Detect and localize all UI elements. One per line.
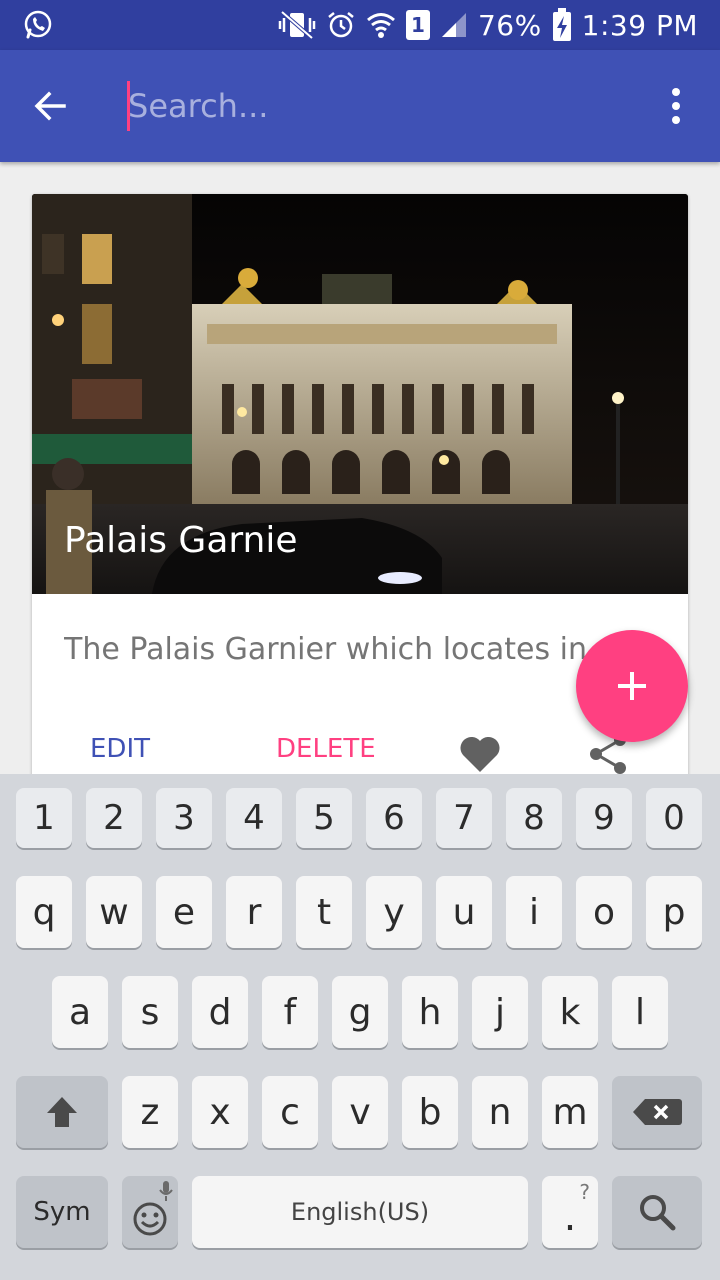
- key-d[interactable]: d: [192, 976, 248, 1048]
- key-u[interactable]: u: [436, 876, 492, 948]
- vibrate-mute-icon: [278, 10, 316, 40]
- app-bar: [0, 50, 720, 162]
- key-0[interactable]: 0: [646, 788, 702, 848]
- status-icons: 1 76% 1:39 PM: [278, 0, 698, 50]
- shift-key[interactable]: [16, 1076, 108, 1148]
- sym-key[interactable]: Sym: [16, 1176, 108, 1248]
- emoji-icon: [133, 1202, 167, 1236]
- card-title: Palais Garnie: [64, 520, 298, 561]
- key-4[interactable]: 4: [226, 788, 282, 848]
- key-c[interactable]: c: [262, 1076, 318, 1148]
- battery-percent: 76%: [477, 8, 542, 42]
- key-y[interactable]: y: [366, 876, 422, 948]
- whatsapp-icon: [24, 10, 52, 39]
- key-w[interactable]: w: [86, 876, 142, 948]
- key-3[interactable]: 3: [156, 788, 212, 848]
- soft-keyboard: 1 2 3 4 5 6 7 8 9 0 q w e r t y u i o p …: [0, 774, 720, 1280]
- status-bar: 1 76% 1:39 PM: [0, 0, 720, 50]
- delete-button[interactable]: DELETE: [276, 734, 376, 764]
- key-x[interactable]: x: [192, 1076, 248, 1148]
- key-z[interactable]: z: [122, 1076, 178, 1148]
- key-s[interactable]: s: [122, 976, 178, 1048]
- key-9[interactable]: 9: [576, 788, 632, 848]
- key-j[interactable]: j: [472, 976, 528, 1048]
- key-b[interactable]: b: [402, 1076, 458, 1148]
- signal-icon: [441, 13, 466, 37]
- key-k[interactable]: k: [542, 976, 598, 1048]
- key-h[interactable]: h: [402, 976, 458, 1048]
- overflow-menu-button[interactable]: [652, 78, 700, 134]
- key-o[interactable]: o: [576, 876, 632, 948]
- key-t[interactable]: t: [296, 876, 352, 948]
- clock: 1:39 PM: [581, 8, 698, 42]
- period-label: .: [563, 1194, 577, 1240]
- arrow-back-icon: [34, 91, 66, 121]
- wifi-icon: [366, 13, 395, 38]
- key-1[interactable]: 1: [16, 788, 72, 848]
- more-vert-icon: [672, 88, 680, 96]
- plus-icon: [618, 672, 646, 700]
- heart-icon: [460, 736, 500, 772]
- key-g[interactable]: g: [332, 976, 388, 1048]
- key-q[interactable]: q: [16, 876, 72, 948]
- key-v[interactable]: v: [332, 1076, 388, 1148]
- key-l[interactable]: l: [612, 976, 668, 1048]
- key-8[interactable]: 8: [506, 788, 562, 848]
- key-e[interactable]: e: [156, 876, 212, 948]
- key-2[interactable]: 2: [86, 788, 142, 848]
- favorite-button[interactable]: [456, 730, 504, 778]
- edit-button[interactable]: EDIT: [90, 734, 150, 764]
- sim-icon: 1: [405, 10, 430, 40]
- shift-icon: [47, 1097, 77, 1127]
- period-hint: ?: [579, 1180, 590, 1204]
- key-m[interactable]: m: [542, 1076, 598, 1148]
- alarm-icon: [328, 12, 354, 38]
- mic-icon: [159, 1181, 173, 1201]
- battery-charging-icon: [552, 8, 571, 41]
- key-i[interactable]: i: [506, 876, 562, 948]
- key-7[interactable]: 7: [436, 788, 492, 848]
- text-cursor: [127, 81, 130, 131]
- key-p[interactable]: p: [646, 876, 702, 948]
- period-key[interactable]: ? .: [542, 1176, 598, 1248]
- key-n[interactable]: n: [472, 1076, 528, 1148]
- backspace-icon: [633, 1099, 682, 1125]
- add-fab-button[interactable]: [576, 630, 688, 742]
- search-icon: [640, 1195, 676, 1231]
- key-r[interactable]: r: [226, 876, 282, 948]
- key-f[interactable]: f: [262, 976, 318, 1048]
- search-input[interactable]: [128, 80, 628, 132]
- space-key[interactable]: English(US): [192, 1176, 528, 1248]
- key-a[interactable]: a: [52, 976, 108, 1048]
- emoji-key[interactable]: [122, 1176, 178, 1248]
- back-button[interactable]: [22, 78, 78, 134]
- card-description: The Palais Garnier which locates in: [64, 632, 588, 667]
- backspace-key[interactable]: [612, 1076, 702, 1148]
- place-card: Palais Garnie The Palais Garnier which l…: [32, 194, 688, 834]
- key-6[interactable]: 6: [366, 788, 422, 848]
- search-key[interactable]: [612, 1176, 702, 1248]
- key-5[interactable]: 5: [296, 788, 352, 848]
